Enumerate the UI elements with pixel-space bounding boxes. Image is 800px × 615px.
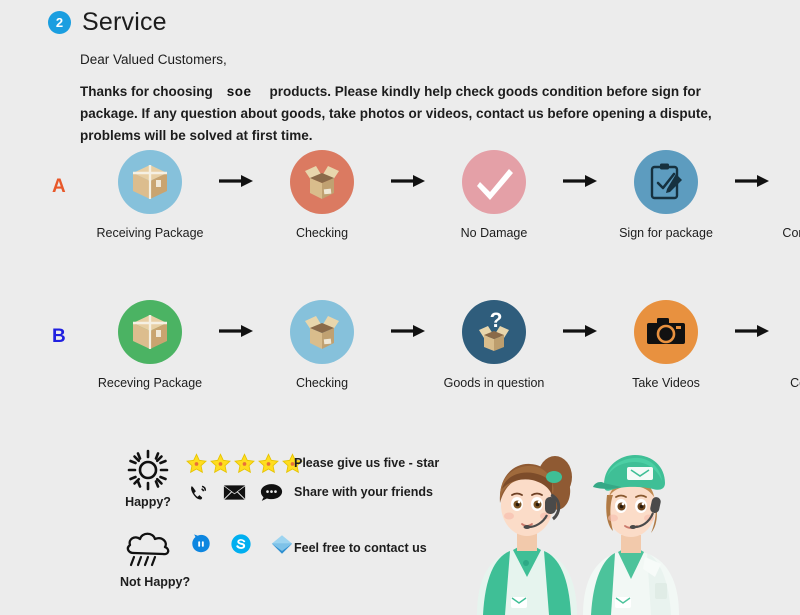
step-no-damage-a[interactable]: No Damage [430,150,558,242]
customer-service-agents-illustration [455,437,705,615]
step-label: Receiving Package [96,226,204,240]
step-label: No Damage [460,226,528,240]
step-checking-a[interactable]: Checking [258,150,386,242]
flow-row-b-letter: B [52,326,66,347]
bottom-contact-section: Happy? Not Happy? Please give us five - … [0,435,800,615]
right-arrow-icon [386,300,430,338]
not-happy-contact-icons [190,533,294,560]
step-receiving-package-a[interactable]: Receiving Package [86,150,214,242]
phone-ring-icon[interactable] [188,482,209,508]
intro-text-before-brand: Thanks for choosing [80,84,213,99]
text-share-with-friends: Share with your friends [294,485,433,499]
star-icon[interactable] [258,453,279,479]
envelope-icon[interactable] [223,483,246,507]
step-sign-for-package-a[interactable]: Sign for package [602,150,730,242]
question-box-icon: ? [462,300,526,364]
agent-with-green-cap [583,455,679,615]
right-arrow-icon [386,150,430,188]
intro-paragraph: Dear Valued Customers, Thanks for choosi… [80,52,760,147]
step-label: Goods in question [443,376,545,390]
mood-happy-block: Happy? [120,447,176,509]
page-header: 2 Service [48,8,167,37]
right-arrow-icon [214,150,258,188]
step-confirm-delivery-a[interactable]: Confirm the delivery [774,150,800,242]
step-label: Confirm problem, refund money [790,376,800,407]
step-label: Checking [295,376,349,390]
right-arrow-icon [558,300,602,338]
open-box-icon [290,300,354,364]
mood-not-happy-label: Not Happy? [120,575,191,589]
mail-message-icon[interactable] [270,534,294,560]
flow-row-b: B Receving Package Checking ? Goods in q… [52,300,800,409]
intro-greeting: Dear Valued Customers, [80,52,227,67]
aliwangwang-icon[interactable] [190,533,212,560]
flow-row-a-letter: A [52,176,66,197]
checkmark-icon [462,150,526,214]
closed-box-icon [118,300,182,364]
section-number-badge: 2 [48,11,71,34]
female-agent-with-headset [477,456,577,615]
right-arrow-icon [558,150,602,188]
step-label: Receving Package [97,376,203,390]
step-label: Confirm the delivery [782,226,800,240]
right-arrow-icon [730,300,774,338]
flow-row-b-steps: Receving Package Checking ? Goods in que… [86,300,800,409]
right-arrow-icon [730,150,774,188]
mood-happy-label: Happy? [125,495,171,509]
step-label: Sign for package [619,226,713,240]
step-goods-in-question-b[interactable]: ? Goods in question [430,300,558,392]
closed-box-icon [118,150,182,214]
flow-row-a-steps: Receiving Package Checking No Damage Sig… [86,150,800,242]
open-box-icon [290,150,354,214]
happy-contact-icons [188,482,283,508]
skype-icon[interactable] [230,533,252,560]
right-arrow-icon [214,300,258,338]
intro-body: Thanks for choosing soe products. Please k… [80,81,760,147]
star-icon[interactable] [234,453,255,479]
step-confirm-problem-refund-b[interactable]: Confirm problem, refund money [774,300,800,409]
clipboard-pencil-icon [634,150,698,214]
step-take-videos-b[interactable]: Take Videos [602,300,730,392]
flow-row-a: A Receiving Package Checking No Damage S… [52,150,800,242]
camera-icon [634,300,698,364]
mood-not-happy-block: Not Happy? [120,527,190,589]
step-checking-b[interactable]: Checking [258,300,386,392]
star-icon[interactable] [186,453,207,479]
step-label: Checking [295,226,349,240]
rain-cloud-icon [120,527,176,573]
page-title: Service [82,8,167,36]
star-icon[interactable] [210,453,231,479]
text-please-give-five-star: Please give us five - star [294,456,440,470]
chat-bubble-icon[interactable] [260,483,283,507]
sun-icon [120,447,176,493]
step-label: Take Videos [632,376,700,390]
service-page: 2 Service Dear Valued Customers, Thanks … [0,0,800,615]
brand-logo: soe [226,84,252,99]
text-feel-free-contact-us: Feel free to contact us [294,541,427,555]
step-receving-package-b[interactable]: Receving Package [86,300,214,392]
star-rating[interactable] [186,453,303,479]
